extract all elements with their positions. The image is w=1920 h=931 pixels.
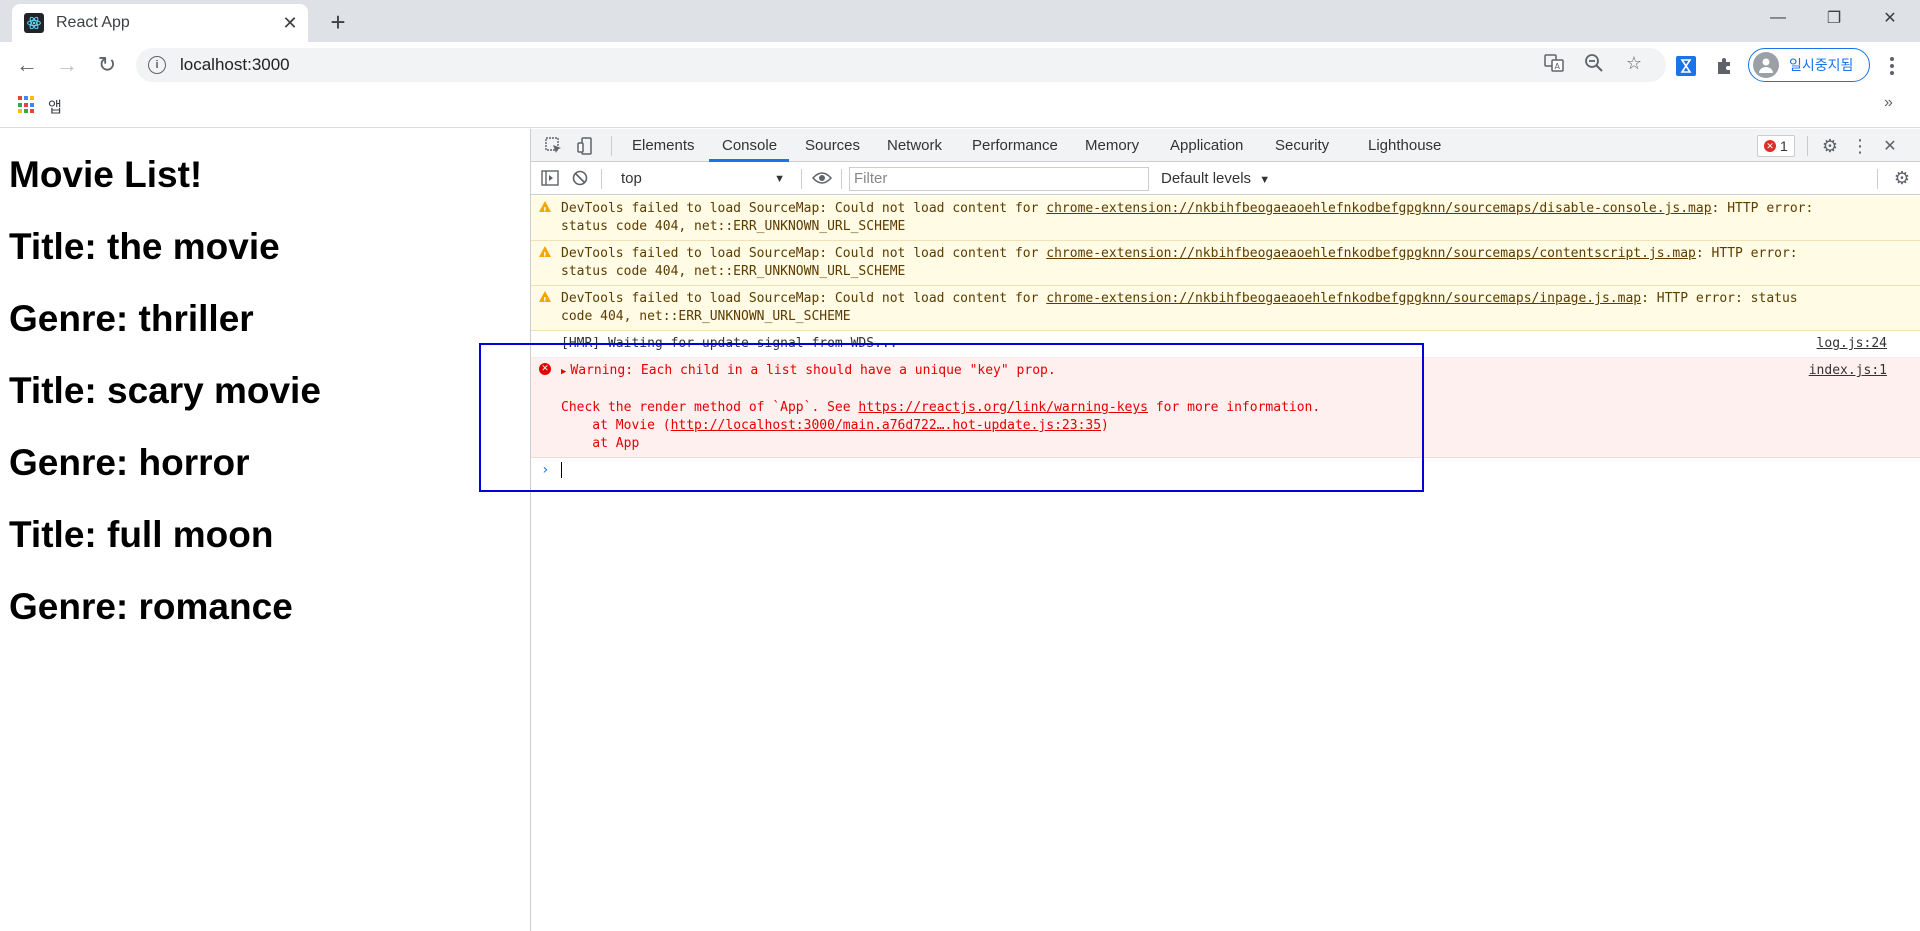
address-url: localhost:3000 (180, 55, 290, 74)
inspect-element-icon[interactable] (543, 135, 565, 157)
extension-hourglass-icon[interactable] (1674, 54, 1698, 78)
movie-title: Title: the movie (9, 226, 280, 267)
context-select[interactable]: top ▼ (621, 168, 791, 190)
error-count: 1 (1780, 138, 1788, 154)
warning-line: DevTools failed to load SourceMap: Could… (561, 291, 1798, 306)
warning-icon (539, 201, 551, 220)
log-levels-dropdown[interactable]: Default levels ▼ (1161, 168, 1270, 191)
devtools-tabbar: Elements Console Sources Network Perform… (531, 129, 1920, 162)
devtools-panel: Elements Console Sources Network Perform… (530, 129, 1920, 931)
minimize-button[interactable]: — (1750, 0, 1806, 36)
error-icon: ✕ (1764, 140, 1776, 152)
levels-label: Default levels (1161, 170, 1252, 187)
clear-console-icon[interactable] (569, 167, 591, 189)
chevron-down-icon: ▼ (774, 173, 785, 185)
tab-security[interactable]: Security (1275, 129, 1329, 162)
warning-icon (539, 291, 551, 310)
back-button[interactable]: ← (12, 50, 42, 80)
sourcemap-link[interactable]: chrome-extension://nkbihfbeogaeaoehlefnk… (1046, 201, 1711, 216)
browser-menu-icon[interactable] (1880, 54, 1904, 78)
settings-gear-icon[interactable]: ⚙ (1819, 135, 1841, 157)
profile-label: 일시중지됨 (1789, 57, 1854, 73)
warning-line: DevTools failed to load SourceMap: Could… (561, 201, 1814, 216)
zoom-icon[interactable] (1583, 52, 1605, 74)
sourcemap-link[interactable]: chrome-extension://nkbihfbeogaeaoehlefnk… (1046, 291, 1641, 306)
warning-line: status code 404, net::ERR_UNKNOWN_URL_SC… (561, 219, 906, 234)
warning-line: code 404, net::ERR_UNKNOWN_URL_SCHEME (561, 309, 851, 324)
movie-genre: Genre: romance (9, 586, 293, 627)
browser-tab[interactable]: React App ✕ (12, 4, 308, 42)
browser-titlebar: React App ✕ + — ❐ ✕ (0, 0, 1920, 42)
console-filterbar: top ▼ Filter Default levels ▼ ⚙ (531, 162, 1920, 195)
avatar-icon (1753, 52, 1779, 78)
movie-title: Title: scary movie (9, 370, 321, 411)
tab-memory[interactable]: Memory (1085, 129, 1139, 162)
console-filter-input[interactable]: Filter (849, 167, 1149, 191)
annotation-highlight-box (479, 343, 1424, 492)
error-count-badge[interactable]: ✕ 1 (1757, 135, 1795, 157)
movie-genre: Genre: thriller (9, 298, 254, 339)
site-info-icon[interactable]: i (148, 56, 166, 74)
tab-close-icon[interactable]: ✕ (276, 9, 304, 37)
console-settings-icon[interactable]: ⚙ (1891, 167, 1913, 189)
new-tab-button[interactable]: + (322, 6, 354, 38)
bookmarks-bar: 앱 » (0, 88, 1920, 128)
close-window-button[interactable]: ✕ (1862, 0, 1918, 36)
bookmark-star-icon[interactable]: ☆ (1623, 52, 1645, 74)
log-source-link[interactable]: log.js:24 (1817, 335, 1887, 353)
tab-lighthouse[interactable]: Lighthouse (1368, 129, 1441, 162)
movie-genre: Genre: horror (9, 442, 250, 483)
browser-toolbar: ← → ↻ i localhost:3000 A ☆ 일시중지됨 (0, 42, 1920, 88)
error-source-link[interactable]: index.js:1 (1809, 362, 1887, 380)
warning-line: status code 404, net::ERR_UNKNOWN_URL_SC… (561, 264, 906, 279)
reload-button[interactable]: ↻ (92, 50, 122, 80)
warning-line: DevTools failed to load SourceMap: Could… (561, 246, 1798, 261)
tab-application[interactable]: Application (1170, 129, 1243, 162)
movie-title: Title: full moon (9, 514, 274, 555)
bookmarks-overflow-button[interactable]: » (1884, 94, 1893, 112)
device-toolbar-icon[interactable] (575, 135, 597, 157)
sidebar-toggle-icon[interactable] (539, 167, 561, 189)
context-value: top (621, 170, 642, 187)
svg-text:A: A (1555, 62, 1561, 71)
tab-title: React App (56, 14, 130, 31)
apps-grid-icon[interactable] (18, 96, 36, 114)
chevron-down-icon: ▼ (1259, 174, 1271, 186)
profile-button[interactable]: 일시중지됨 (1748, 48, 1870, 82)
warning-icon (539, 246, 551, 265)
tab-performance[interactable]: Performance (972, 129, 1058, 162)
restore-button[interactable]: ❐ (1806, 0, 1862, 36)
page-content: Movie List! Title: the movie Genre: thri… (0, 129, 530, 931)
console-warning[interactable]: DevTools failed to load SourceMap: Could… (531, 196, 1920, 241)
filter-placeholder: Filter (854, 170, 888, 187)
tab-elements[interactable]: Elements (632, 129, 695, 162)
react-favicon-icon (24, 13, 44, 33)
extensions-puzzle-icon[interactable] (1712, 54, 1736, 78)
translate-icon[interactable]: A (1543, 52, 1565, 74)
tab-console[interactable]: Console (722, 129, 777, 162)
page-title: Movie List! (9, 154, 203, 195)
live-expression-eye-icon[interactable] (811, 167, 833, 189)
tab-sources[interactable]: Sources (805, 129, 860, 162)
tab-network[interactable]: Network (887, 129, 942, 162)
devtools-menu-icon[interactable]: ⋮ (1849, 135, 1871, 157)
apps-shortcut[interactable]: 앱 (48, 96, 62, 117)
address-bar[interactable]: i localhost:3000 (136, 48, 1666, 82)
close-devtools-icon[interactable]: ✕ (1879, 135, 1901, 157)
console-warning[interactable]: DevTools failed to load SourceMap: Could… (531, 286, 1920, 331)
sourcemap-link[interactable]: chrome-extension://nkbihfbeogaeaoehlefnk… (1046, 246, 1696, 261)
console-warning[interactable]: DevTools failed to load SourceMap: Could… (531, 241, 1920, 286)
forward-button[interactable]: → (52, 50, 82, 80)
